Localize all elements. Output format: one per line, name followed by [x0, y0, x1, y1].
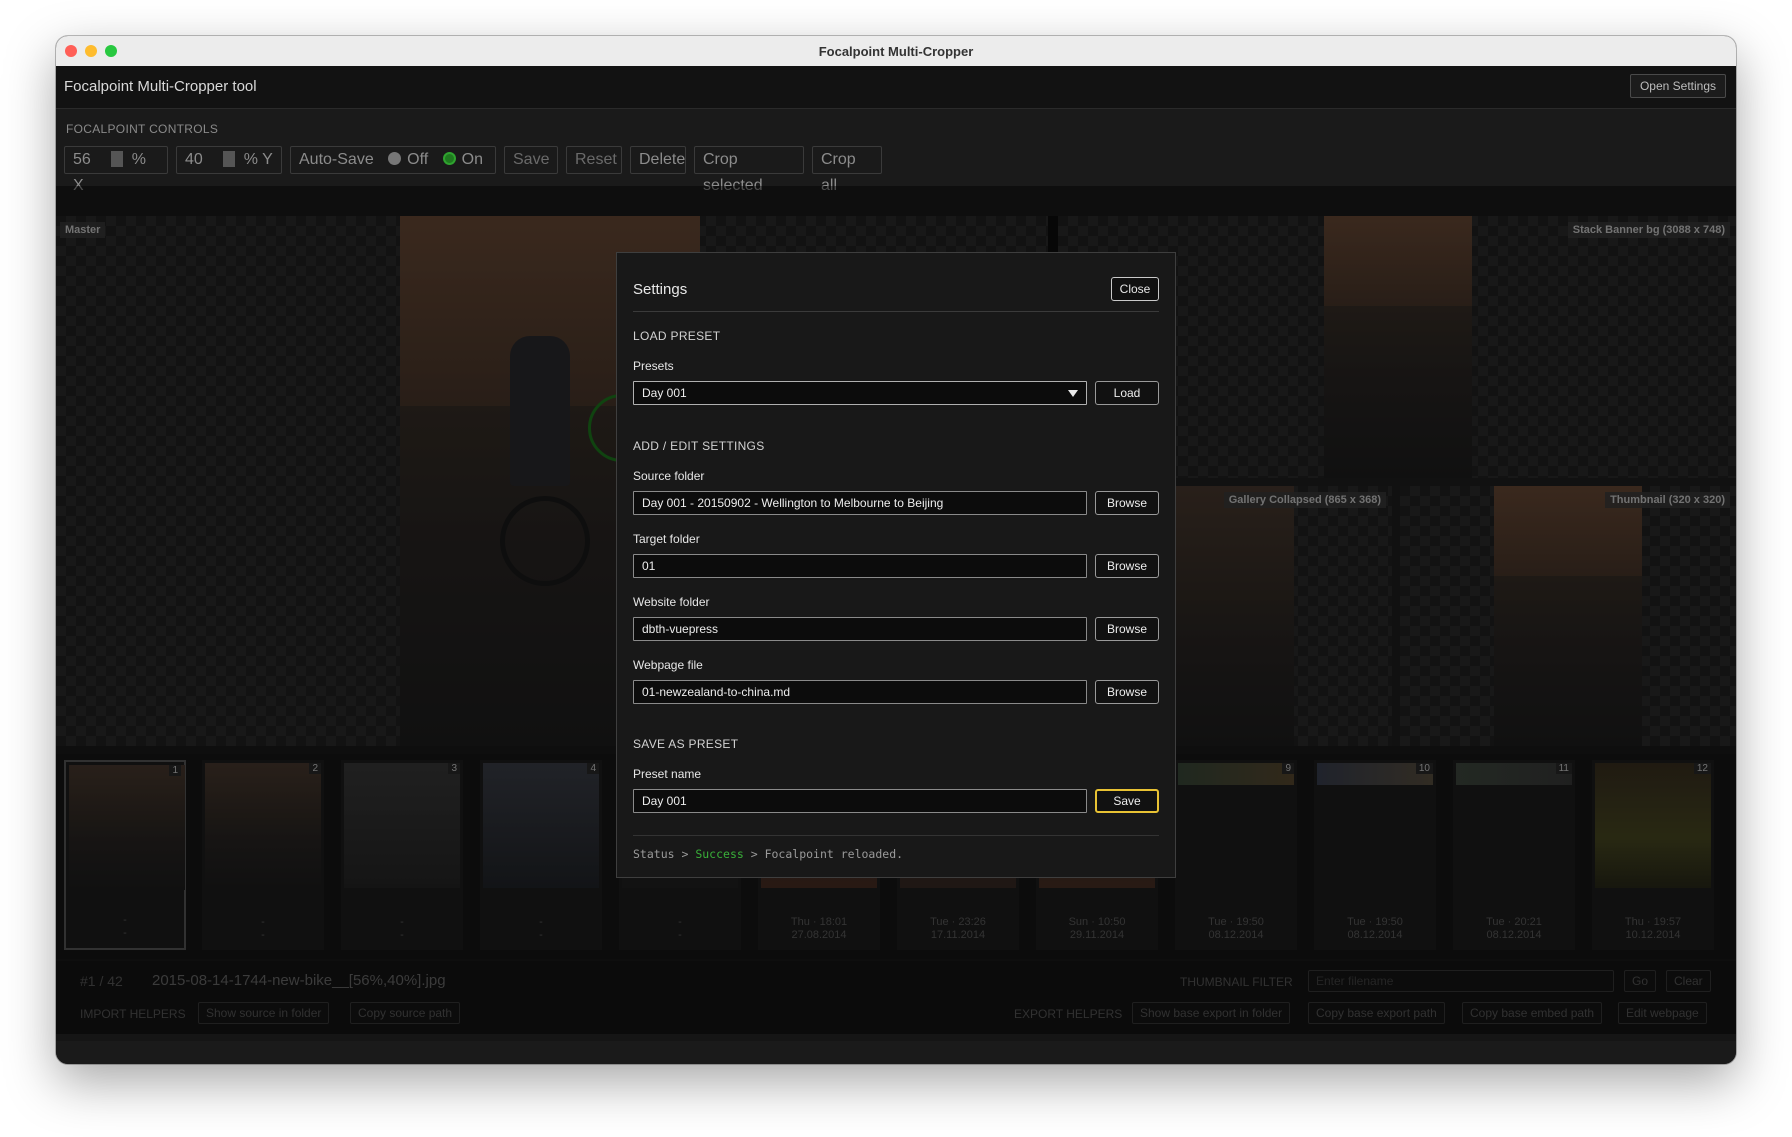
- presets-select[interactable]: Day 001: [633, 381, 1087, 405]
- chevron-down-icon: [1068, 390, 1078, 397]
- autosave-on-radio[interactable]: [442, 152, 456, 165]
- browse-website-button[interactable]: Browse: [1095, 617, 1159, 641]
- preset-name-input[interactable]: Day 001: [633, 789, 1087, 813]
- source-folder-label: Source folder: [633, 469, 705, 483]
- target-folder-label: Target folder: [633, 532, 700, 546]
- x-stepper-icon[interactable]: [111, 151, 124, 167]
- divider: [633, 311, 1159, 312]
- status-message: > Focalpoint reloaded.: [750, 847, 904, 861]
- autosave-label: Auto-Save: [299, 151, 374, 168]
- divider: [633, 835, 1159, 836]
- save-preset-heading: SAVE AS PRESET: [633, 737, 739, 751]
- status-prefix: Status >: [633, 847, 689, 861]
- presets-selected-value: Day 001: [642, 386, 687, 400]
- save-focal-button[interactable]: Save: [504, 146, 558, 174]
- webpage-file-input[interactable]: 01-newzealand-to-china.md: [633, 680, 1087, 704]
- status-line: Status > Success > Focalpoint reloaded.: [633, 847, 903, 861]
- website-folder-input[interactable]: dbth-vuepress: [633, 617, 1087, 641]
- x-value: 56: [73, 151, 91, 168]
- crop-selected-button[interactable]: Crop selected: [694, 146, 804, 194]
- presets-label: Presets: [633, 359, 674, 373]
- save-preset-button[interactable]: Save: [1095, 789, 1159, 813]
- website-folder-label: Website folder: [633, 595, 710, 609]
- browse-target-button[interactable]: Browse: [1095, 554, 1159, 578]
- y-unit: % Y: [243, 151, 273, 168]
- browse-source-button[interactable]: Browse: [1095, 491, 1159, 515]
- load-preset-heading: LOAD PRESET: [633, 329, 721, 343]
- window-title: Focalpoint Multi-Cropper: [818, 44, 974, 59]
- open-settings-button[interactable]: Open Settings: [1630, 74, 1726, 98]
- source-folder-input[interactable]: Day 001 - 20150902 - Wellington to Melbo…: [633, 491, 1087, 515]
- autosave-group: Auto-Save Off On: [290, 146, 496, 174]
- y-value: 40: [185, 151, 203, 168]
- target-folder-input[interactable]: 01: [633, 554, 1087, 578]
- title-bar: Focalpoint Multi-Cropper: [56, 36, 1736, 67]
- controls-label: FOCALPOINT CONTROLS: [66, 122, 219, 136]
- status-success: Success: [695, 847, 744, 861]
- app-title: Focalpoint Multi-Cropper tool: [64, 78, 257, 95]
- delete-button[interactable]: Delete: [630, 146, 686, 174]
- y-stepper-icon[interactable]: [223, 151, 236, 167]
- load-preset-button[interactable]: Load: [1095, 381, 1159, 405]
- settings-title: Settings: [633, 281, 688, 298]
- autosave-on-label: On: [461, 151, 484, 168]
- y-percent-field[interactable]: 40 % Y: [176, 146, 282, 174]
- reset-button[interactable]: Reset: [566, 146, 622, 174]
- add-edit-heading: ADD / EDIT SETTINGS: [633, 439, 765, 453]
- browse-webpage-button[interactable]: Browse: [1095, 680, 1159, 704]
- autosave-off-label: Off: [407, 151, 429, 168]
- webpage-file-label: Webpage file: [633, 658, 703, 672]
- x-percent-field[interactable]: 56 % X: [64, 146, 168, 194]
- preset-name-label: Preset name: [633, 767, 702, 781]
- close-settings-button[interactable]: Close: [1111, 277, 1159, 301]
- app-window: Focalpoint Multi-Cropper Focalpoint Mult…: [56, 36, 1736, 1064]
- settings-dialog: Settings Close LOAD PRESET Presets Day 0…: [616, 252, 1176, 878]
- app-header: Focalpoint Multi-Cropper tool Open Setti…: [56, 66, 1736, 109]
- autosave-off-radio[interactable]: [388, 152, 402, 165]
- crop-all-button[interactable]: Crop all: [812, 146, 882, 194]
